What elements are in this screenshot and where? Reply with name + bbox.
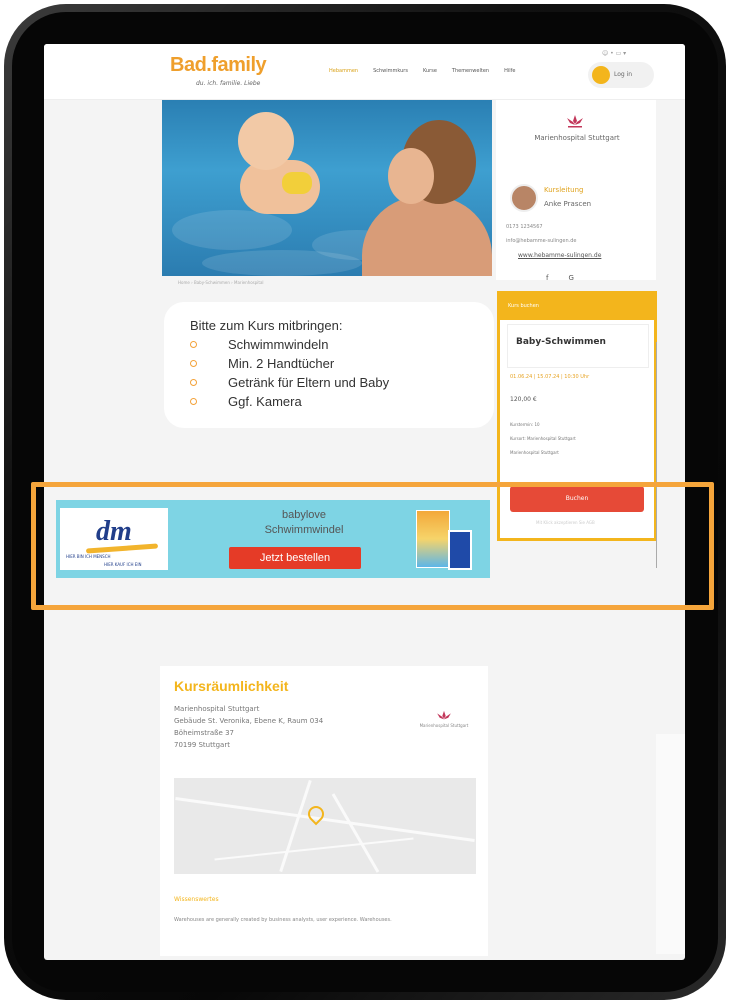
- phone-number[interactable]: 0173 1234567: [506, 224, 543, 230]
- info-subheading: Wissenswertes: [174, 896, 219, 903]
- breadcrumb[interactable]: Home › Baby-Schwimmen › Marienhospital: [178, 280, 264, 285]
- bullet-circle-icon: [190, 341, 197, 348]
- instructor-sidebar: Marienhospital Stuttgart Kursleitung Ank…: [496, 100, 656, 280]
- course-meta: Kursort: Marienhospital Stuttgart: [510, 436, 576, 441]
- avatar: [510, 184, 538, 212]
- location-card: Kursräumlichkeit Marienhospital Stuttgar…: [160, 666, 488, 956]
- hospital-mini-logo: Marienhospital Stuttgart: [414, 710, 474, 728]
- bullet-circle-icon: [190, 360, 197, 367]
- instructor-role: Kursleitung: [544, 186, 584, 194]
- location-heading: Kursräumlichkeit: [174, 678, 289, 694]
- hospital-name: Marienhospital Stuttgart: [534, 134, 620, 142]
- location-map[interactable]: [174, 778, 476, 874]
- flower-logo-icon: [437, 710, 451, 720]
- list-item: Ggf. Kamera: [190, 392, 389, 411]
- user-icon: [592, 66, 610, 84]
- ad-highlight-frame: [31, 482, 714, 610]
- nav-item-hilfe[interactable]: Hilfe: [504, 68, 515, 74]
- site-logo[interactable]: Bad.family: [170, 54, 267, 77]
- bring-list: Schwimmwindeln Min. 2 Handtücher Getränk…: [190, 335, 389, 411]
- list-item: Getränk für Eltern und Baby: [190, 373, 389, 392]
- login-button[interactable]: Log in: [588, 62, 654, 88]
- main-nav: Hebammen Schwimmkurs Kurse Themenwelten …: [329, 68, 515, 74]
- list-item: Schwimmwindeln: [190, 335, 389, 354]
- instructor-name: Anke Prascen: [544, 200, 592, 208]
- nav-item-kurse[interactable]: Kurse: [423, 68, 437, 74]
- top-utility-icons[interactable]: ☺ • ▭ ▾: [602, 50, 626, 57]
- bring-title: Bitte zum Kurs mitbringen:: [190, 318, 343, 333]
- course-meta: Marienhospital Stuttgart: [510, 450, 559, 455]
- nav-item-schwimmkurs[interactable]: Schwimmkurs: [373, 68, 408, 74]
- list-item: Min. 2 Handtücher: [190, 354, 389, 373]
- course-price: 120,00 €: [510, 396, 537, 403]
- site-header: Bad.family du. ich. familie. Liebe ☺ • ▭…: [44, 44, 685, 100]
- email-link[interactable]: info@hebamme-sulingen.de: [506, 238, 576, 244]
- bullet-circle-icon: [190, 398, 197, 405]
- side-panel: [656, 734, 685, 954]
- flower-logo-icon: [567, 115, 583, 128]
- info-description: Warehouses are generally created by busi…: [174, 917, 392, 923]
- website-link[interactable]: www.hebamme-sulingen.de: [518, 252, 601, 259]
- bullet-circle-icon: [190, 379, 197, 386]
- nav-item-themenwelten[interactable]: Themenwelten: [452, 68, 489, 74]
- logo-tagline: du. ich. familie. Liebe: [196, 80, 261, 87]
- map-pin-icon[interactable]: [304, 802, 328, 826]
- login-label: Log in: [614, 71, 633, 78]
- course-dates: 01.06.24 | 15.07.24 | 10:30 Uhr: [510, 374, 590, 380]
- course-title: Baby-Schwimmen: [516, 337, 606, 347]
- location-address: Marienhospital Stuttgart Gebäude St. Ver…: [174, 705, 324, 749]
- google-icon[interactable]: G: [568, 274, 573, 282]
- course-meta: Kurstermin: 10: [510, 422, 540, 427]
- social-links: f G: [546, 274, 574, 282]
- facebook-icon[interactable]: f: [546, 274, 548, 282]
- hero-image: [162, 100, 492, 276]
- booking-header: Kurs buchen: [500, 294, 654, 320]
- nav-item-hebammen[interactable]: Hebammen: [329, 68, 358, 74]
